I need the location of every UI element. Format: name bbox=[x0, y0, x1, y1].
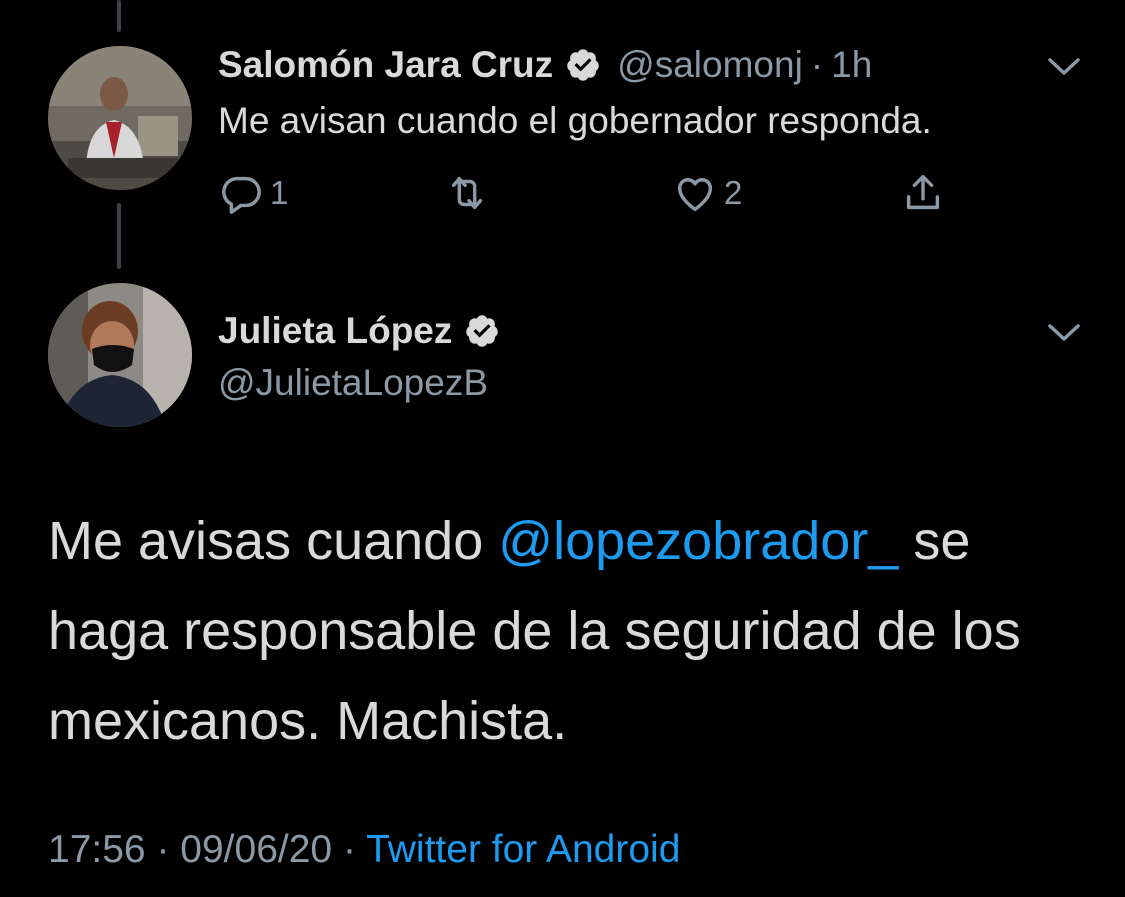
reply-icon bbox=[222, 176, 261, 214]
like-icon bbox=[677, 178, 713, 212]
separator-dot: · bbox=[156, 828, 170, 871]
author-handle[interactable]: @salomonj bbox=[617, 44, 803, 86]
retweet-button[interactable] bbox=[444, 170, 490, 216]
tweet-meta: 17:56 · 09/06/20 · Twitter for Android bbox=[48, 828, 680, 872]
tweet-text-start: Me avisas cuando bbox=[48, 511, 499, 571]
author-handle[interactable]: @JulietaLopezB bbox=[218, 362, 488, 404]
chevron-down-icon[interactable] bbox=[1044, 312, 1084, 352]
avatar-salomon[interactable] bbox=[48, 46, 192, 190]
verified-badge-icon bbox=[464, 313, 500, 349]
avatar-julieta[interactable] bbox=[48, 283, 192, 427]
thread-line-top bbox=[117, 0, 121, 32]
tweet-source-link[interactable]: Twitter for Android bbox=[366, 828, 680, 871]
tweet-date[interactable]: 09/06/20 bbox=[180, 828, 332, 871]
like-count: 2 bbox=[724, 174, 743, 211]
author-name[interactable]: Julieta López bbox=[218, 310, 452, 352]
verified-badge-icon bbox=[565, 47, 601, 83]
share-button[interactable] bbox=[900, 170, 946, 216]
main-tweet-header: Julieta López bbox=[218, 310, 500, 352]
tweet-time[interactable]: 17:56 bbox=[48, 828, 146, 871]
tweet-time[interactable]: 1h bbox=[831, 44, 872, 86]
main-tweet-text: Me avisas cuando @lopezobrador_ se haga … bbox=[48, 496, 1088, 766]
reply-tweet-header: Salomón Jara Cruz @salomonj · 1h bbox=[218, 44, 872, 86]
reply-button[interactable]: 1 bbox=[218, 170, 288, 216]
retweet-icon bbox=[451, 176, 483, 210]
author-name[interactable]: Salomón Jara Cruz bbox=[218, 44, 553, 86]
thread-line-middle bbox=[117, 203, 121, 269]
separator-dot: · bbox=[810, 44, 824, 85]
mention-link[interactable]: @lopezobrador_ bbox=[498, 511, 898, 571]
like-button[interactable]: 2 bbox=[672, 170, 742, 216]
share-icon bbox=[906, 174, 940, 210]
chevron-down-icon[interactable] bbox=[1044, 46, 1084, 86]
reply-count: 1 bbox=[270, 174, 289, 211]
reply-tweet-text: Me avisan cuando el gobernador responda. bbox=[218, 100, 932, 141]
separator-dot: · bbox=[342, 828, 356, 871]
